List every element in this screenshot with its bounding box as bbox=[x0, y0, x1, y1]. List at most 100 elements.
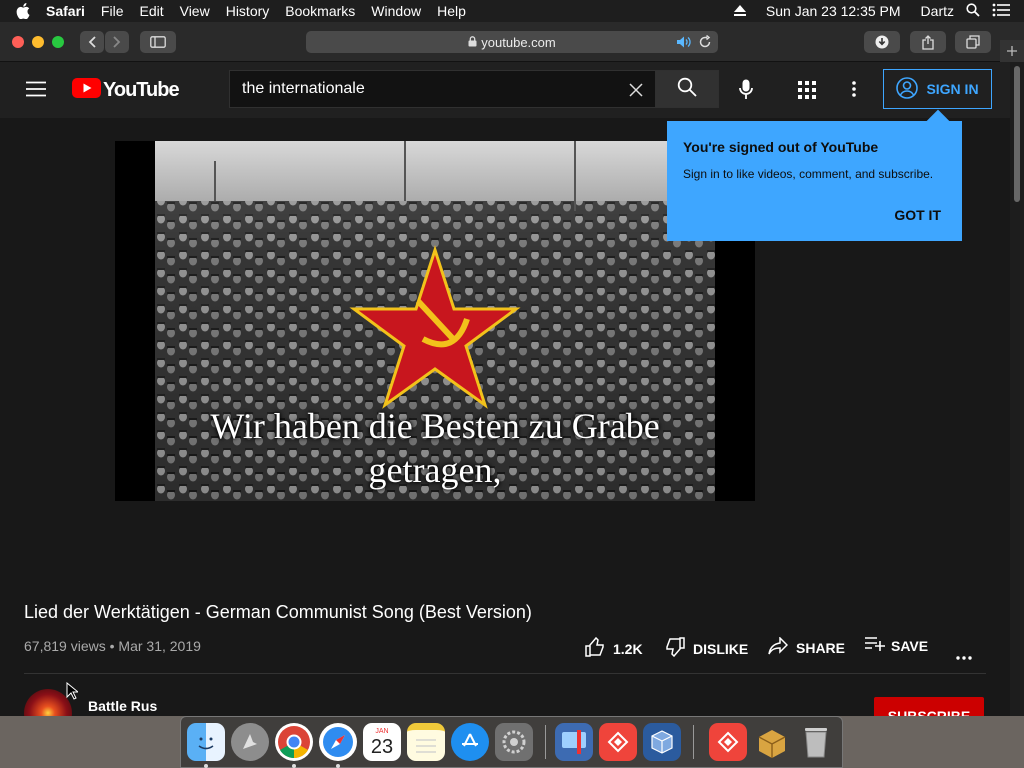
page-scrollbar[interactable] bbox=[1010, 62, 1024, 716]
dock-separator-2 bbox=[693, 725, 694, 759]
sign-in-label: SIGN IN bbox=[926, 81, 979, 97]
menu-history[interactable]: History bbox=[226, 3, 270, 19]
dock-safari-icon[interactable] bbox=[319, 723, 357, 761]
dock-running-indicator bbox=[336, 764, 340, 768]
upload-date: Mar 31, 2019 bbox=[118, 638, 201, 654]
audio-playing-icon[interactable] bbox=[676, 35, 692, 52]
scrollbar-thumb[interactable] bbox=[1014, 66, 1020, 202]
menu-bookmarks[interactable]: Bookmarks bbox=[285, 3, 355, 19]
url-text: youtube.com bbox=[481, 34, 556, 50]
notification-center-icon[interactable] bbox=[992, 3, 1010, 20]
save-label: SAVE bbox=[891, 637, 929, 654]
calendar-month: JAN bbox=[375, 727, 389, 735]
menu-help[interactable]: Help bbox=[437, 3, 466, 19]
dislike-button[interactable]: DISLIKE bbox=[665, 637, 748, 660]
zoom-window-button[interactable] bbox=[52, 36, 64, 48]
dock-screen-sharing-icon[interactable] bbox=[555, 723, 593, 761]
subscribe-button[interactable]: SUBSCRIBE bbox=[874, 697, 984, 716]
video-meta: 67,819 views • Mar 31, 2019 bbox=[24, 638, 201, 654]
dock-notes-icon[interactable] bbox=[407, 723, 445, 761]
address-bar[interactable]: youtube.com bbox=[306, 31, 718, 53]
search-query: the internationale bbox=[242, 80, 365, 97]
dock-finder-icon[interactable] bbox=[187, 723, 225, 761]
playlist-add-icon bbox=[865, 637, 885, 654]
dock-system-preferences-icon[interactable] bbox=[495, 723, 533, 761]
video-subtitles: Wir haben die Besten zu Grabe getragen, bbox=[155, 404, 715, 492]
popup-body: Sign in to like videos, comment, and sub… bbox=[683, 167, 934, 181]
video-title: Lied der Werktätigen - German Communist … bbox=[24, 602, 532, 622]
dock-anydesk-2-icon[interactable] bbox=[709, 723, 747, 761]
lock-icon bbox=[468, 35, 477, 50]
menu-view[interactable]: View bbox=[180, 3, 210, 19]
new-tab-button[interactable] bbox=[1000, 40, 1024, 62]
share-video-button[interactable]: SHARE bbox=[768, 636, 846, 658]
forward-button[interactable] bbox=[105, 31, 129, 53]
spotlight-icon[interactable] bbox=[966, 2, 980, 20]
settings-more-icon[interactable] bbox=[852, 81, 856, 102]
search-icon bbox=[677, 77, 697, 102]
subtitle-line-2: getragen, bbox=[368, 450, 502, 490]
back-button[interactable] bbox=[80, 31, 104, 53]
menu-file[interactable]: File bbox=[101, 3, 124, 19]
like-button[interactable]: 1.2K bbox=[585, 636, 643, 660]
mac-menubar: Safari File Edit View History Bookmarks … bbox=[0, 0, 1024, 22]
mouse-cursor-icon bbox=[66, 681, 80, 705]
youtube-header: YouTube the internationale SIGN IN bbox=[0, 62, 1010, 118]
eject-icon[interactable] bbox=[733, 3, 746, 19]
calendar-day: 23 bbox=[370, 735, 394, 758]
dislike-label: DISLIKE bbox=[693, 640, 749, 657]
menu-app-name[interactable]: Safari bbox=[46, 3, 85, 19]
menu-edit[interactable]: Edit bbox=[139, 3, 163, 19]
popup-title: You're signed out of YouTube bbox=[683, 139, 879, 155]
dock-trash-icon[interactable] bbox=[797, 723, 835, 761]
youtube-page: YouTube the internationale SIGN IN Wir h… bbox=[0, 62, 1010, 716]
sign-in-button[interactable]: SIGN IN bbox=[883, 69, 992, 109]
share-label: SHARE bbox=[796, 639, 846, 656]
share-button[interactable] bbox=[910, 31, 946, 53]
dock-launchpad-icon[interactable] bbox=[231, 723, 269, 761]
dock-running-indicator bbox=[292, 764, 296, 768]
got-it-button[interactable]: GOT IT bbox=[894, 207, 941, 223]
reload-icon[interactable] bbox=[698, 34, 712, 52]
dock-chrome-icon[interactable] bbox=[275, 723, 313, 761]
dock-separator bbox=[545, 725, 546, 759]
save-button[interactable]: SAVE bbox=[865, 637, 928, 654]
youtube-logo-icon bbox=[72, 78, 101, 103]
thumbs-down-icon bbox=[665, 637, 685, 660]
search-button[interactable] bbox=[655, 70, 719, 108]
dock-app-store-icon[interactable] bbox=[451, 723, 489, 761]
view-count: 67,819 views bbox=[24, 638, 106, 654]
sidebar-toggle-button[interactable] bbox=[140, 31, 176, 53]
menubar-datetime[interactable]: Sun Jan 23 12:35 PM bbox=[766, 3, 901, 19]
youtube-logo-text: YouTube bbox=[103, 79, 180, 101]
youtube-logo[interactable]: YouTube bbox=[72, 78, 180, 103]
apple-icon[interactable] bbox=[16, 3, 30, 19]
more-actions-icon[interactable] bbox=[956, 647, 972, 665]
channel-name[interactable]: Battle Rus bbox=[88, 698, 157, 714]
subscribe-label: SUBSCRIBE bbox=[887, 707, 971, 717]
subtitle-line-1: Wir haben die Besten zu Grabe bbox=[210, 406, 660, 446]
thumbs-up-icon bbox=[585, 636, 605, 660]
search-input[interactable]: the internationale bbox=[229, 70, 656, 108]
dock-running-indicator bbox=[204, 764, 208, 768]
close-window-button[interactable] bbox=[12, 36, 24, 48]
menu-window[interactable]: Window bbox=[371, 3, 421, 19]
dock-calendar-icon[interactable]: JAN 23 bbox=[363, 723, 401, 761]
apps-grid-icon[interactable] bbox=[798, 81, 816, 104]
divider bbox=[24, 673, 986, 674]
channel-avatar[interactable] bbox=[24, 689, 72, 716]
minimize-window-button[interactable] bbox=[32, 36, 44, 48]
dock-anydesk-icon[interactable] bbox=[599, 723, 637, 761]
account-icon bbox=[896, 76, 919, 102]
clear-search-icon[interactable] bbox=[629, 83, 643, 102]
dock-archive-utility-icon[interactable] bbox=[753, 723, 791, 761]
hamburger-menu-icon[interactable] bbox=[26, 81, 46, 102]
mac-dock: JAN 23 bbox=[180, 716, 843, 768]
downloads-button[interactable] bbox=[864, 31, 900, 53]
menubar-user[interactable]: Dartz bbox=[921, 3, 954, 19]
like-count: 1.2K bbox=[613, 640, 643, 657]
tab-overview-button[interactable] bbox=[955, 31, 991, 53]
dock-virtualbox-icon[interactable] bbox=[643, 723, 681, 761]
video-player[interactable]: Wir haben die Besten zu Grabe getragen, bbox=[115, 141, 755, 501]
microphone-icon[interactable] bbox=[739, 79, 753, 105]
